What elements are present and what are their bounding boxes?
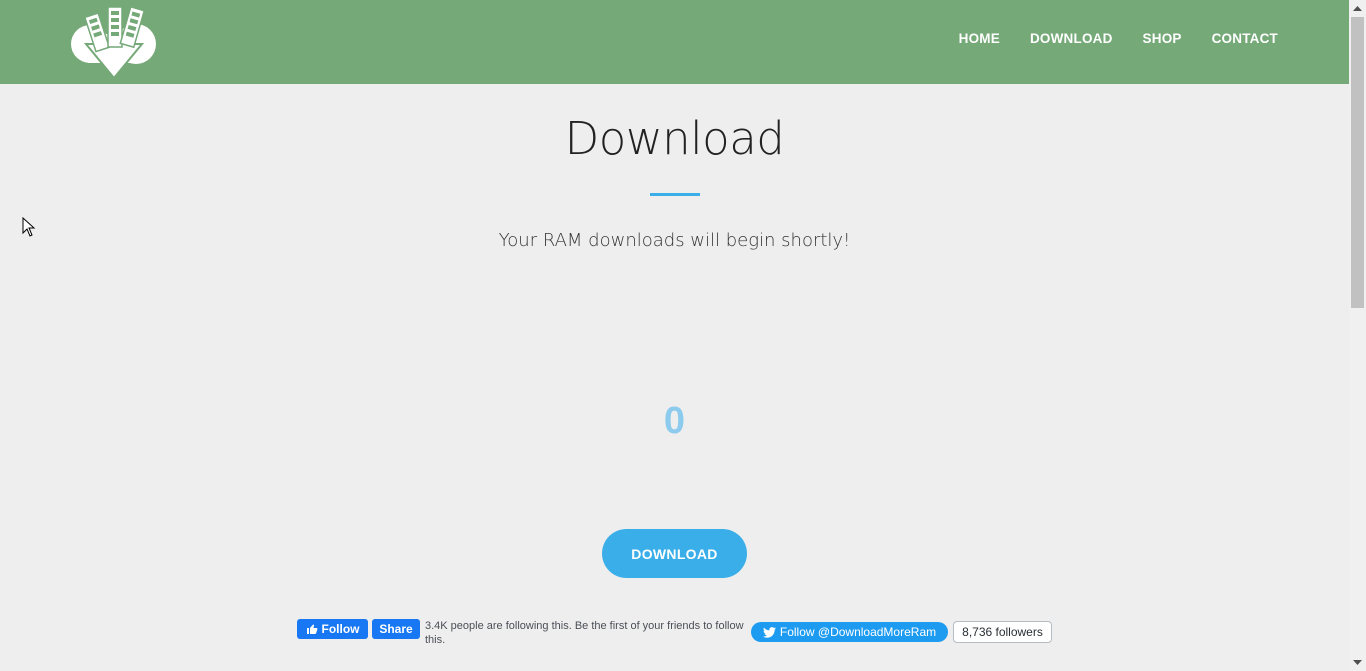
facebook-follow-button[interactable]: Follow: [297, 619, 368, 639]
scroll-down-arrow-icon[interactable]: [1349, 654, 1366, 671]
nav-contact[interactable]: CONTACT: [1212, 31, 1278, 46]
site-logo[interactable]: [68, 4, 160, 82]
scroll-up-arrow-icon[interactable]: [1349, 0, 1366, 17]
twitter-follow-label: Follow @DownloadMoreRam: [779, 625, 937, 639]
page: HOME DOWNLOAD SHOP CONTACT Download Your…: [0, 0, 1366, 671]
download-button[interactable]: DOWNLOAD: [602, 529, 747, 578]
main-nav: HOME DOWNLOAD SHOP CONTACT: [959, 31, 1278, 46]
scrollbar-thumb[interactable]: [1351, 17, 1364, 308]
site-header: HOME DOWNLOAD SHOP CONTACT: [0, 0, 1349, 84]
thumbs-up-icon: [306, 624, 317, 634]
title-divider: [650, 193, 700, 196]
download-counter: 0: [663, 400, 686, 442]
ram-cloud-download-logo: [71, 5, 156, 80]
nav-shop[interactable]: SHOP: [1143, 31, 1182, 46]
page-subtitle: Your RAM downloads will begin shortly!: [498, 230, 851, 251]
twitter-follower-count: 8,736 followers: [953, 621, 1052, 643]
mouse-cursor-icon: [22, 217, 36, 237]
vertical-scrollbar[interactable]: [1349, 0, 1366, 671]
nav-download[interactable]: DOWNLOAD: [1030, 31, 1113, 46]
facebook-share-button[interactable]: Share: [372, 619, 420, 639]
twitter-follow-button[interactable]: Follow @DownloadMoreRam: [751, 622, 948, 642]
facebook-followers-text: 3.4K people are following this. Be the f…: [425, 620, 744, 646]
page-title: Download: [564, 112, 785, 165]
nav-home[interactable]: HOME: [959, 31, 1000, 46]
twitter-bird-icon: [762, 626, 776, 638]
facebook-share-label: Share: [379, 622, 413, 636]
facebook-follow-label: Follow: [321, 622, 360, 636]
